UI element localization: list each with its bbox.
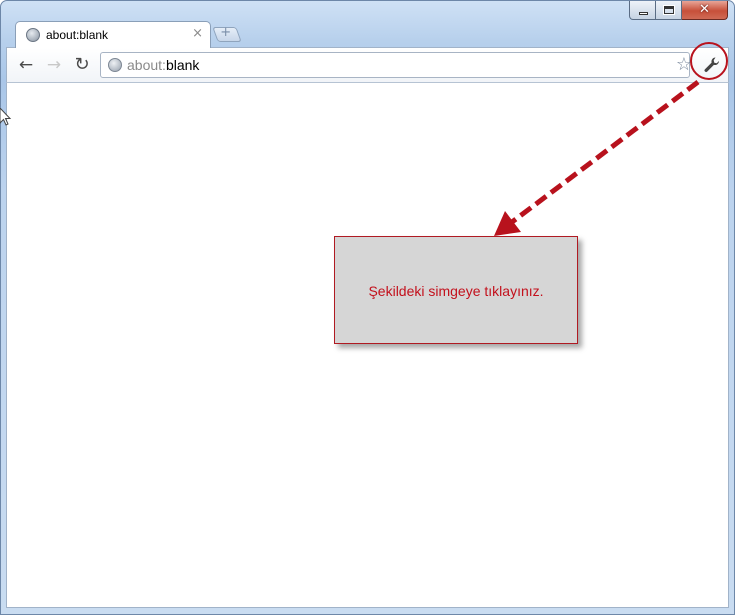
- mouse-cursor-icon: [0, 108, 12, 126]
- highlight-circle: [690, 42, 728, 80]
- arrow-shaft: [510, 80, 700, 224]
- arrow-head: [494, 211, 521, 236]
- pointer-arrow: [494, 80, 700, 236]
